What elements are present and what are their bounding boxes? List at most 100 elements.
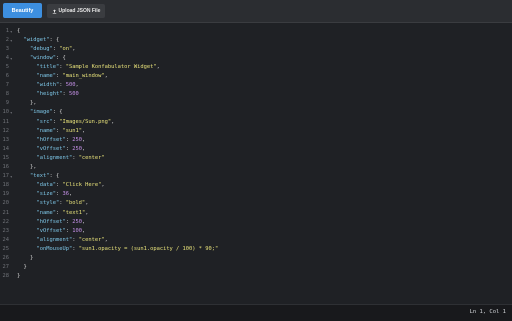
code-token: 250 xyxy=(72,218,82,225)
line-code: "text": { xyxy=(17,172,59,181)
code-token: : { xyxy=(52,109,63,116)
code-token: "image" xyxy=(29,109,53,116)
code-line[interactable]: 28} xyxy=(0,272,512,281)
line-number: 26 xyxy=(2,255,10,261)
code-line[interactable]: 13 "hOffset": 250, xyxy=(0,136,512,145)
code-token: 100 xyxy=(72,227,82,234)
code-token: "main_window" xyxy=(62,73,105,79)
line-code: { xyxy=(17,27,20,36)
code-token: , xyxy=(111,118,115,125)
code-line[interactable]: 20 "style": "bold", xyxy=(0,199,512,208)
code-line[interactable]: 26 } xyxy=(0,254,512,263)
code-line[interactable]: 3 "debug": "on", xyxy=(0,45,512,54)
code-token: "Images/Sun.png" xyxy=(59,118,112,125)
code-line[interactable]: 5 "title": "Sample Konfabulator Widget", xyxy=(0,63,512,72)
line-number: 15 xyxy=(2,154,10,161)
code-token: , xyxy=(68,191,73,198)
line-number: 17 xyxy=(2,173,10,180)
cursor-position: Ln 1, Col 1 xyxy=(469,309,506,315)
code-token: "Sample Konfabulator Widget" xyxy=(65,63,157,70)
line-code: }, xyxy=(17,163,37,172)
code-line[interactable]: 11 "src": "Images/Sun.png", xyxy=(0,118,512,127)
code-token: "onMouseUp" xyxy=(36,245,73,252)
code-line[interactable]: 9 }, xyxy=(0,99,512,108)
code-token: "center" xyxy=(78,236,105,243)
code-token: : { xyxy=(55,54,66,61)
code-line[interactable]: 22 "hOffset": 250, xyxy=(0,218,512,227)
code-token: : { xyxy=(49,36,60,43)
fold-toggle-icon[interactable]: ▾ xyxy=(10,108,15,117)
code-token: "debug" xyxy=(29,45,53,52)
beautify-button[interactable]: Beautify xyxy=(3,3,42,18)
code-token: "vOffset" xyxy=(36,145,66,152)
line-code: "onMouseUp": "sun1.opacity = (sun1.opaci… xyxy=(17,245,218,254)
code-line[interactable]: 8 "height": 500 xyxy=(0,90,512,99)
code-token: , xyxy=(72,45,76,52)
code-line[interactable]: 19 "size": 36, xyxy=(0,190,512,199)
code-token: "style" xyxy=(36,200,60,207)
code-line[interactable]: 18 "data": "Click Here", xyxy=(0,181,512,190)
code-token: } xyxy=(17,264,27,271)
code-token: , xyxy=(85,209,89,216)
code-line[interactable]: 24 "alignment": "center", xyxy=(0,236,512,245)
code-token: , xyxy=(104,73,108,79)
code-line[interactable]: 15 "alignment": "center" xyxy=(0,154,512,163)
code-token: "vOffset" xyxy=(36,227,66,234)
line-number: 22 xyxy=(2,218,10,225)
code-token: , xyxy=(81,227,86,234)
code-line[interactable]: 2 ▾ "widget": { xyxy=(0,36,512,45)
line-code: "window": { xyxy=(17,54,66,63)
line-code: "size": 36, xyxy=(17,190,72,199)
code-line[interactable]: 12 "name": "sun1", xyxy=(0,127,512,136)
code-line[interactable]: 21 "name": "text1", xyxy=(0,209,512,218)
line-number: 9 xyxy=(5,100,9,107)
code-line[interactable]: 23 "vOffset": 100, xyxy=(0,227,512,236)
code-token: }, xyxy=(17,100,37,107)
code-token: "width" xyxy=(36,82,60,89)
line-number: 5 xyxy=(5,63,9,70)
line-code: "src": "Images/Sun.png", xyxy=(17,118,114,127)
fold-toggle-icon[interactable]: ▾ xyxy=(10,54,15,63)
code-line[interactable]: 25 "onMouseUp": "sun1.opacity = (sun1.op… xyxy=(0,245,512,254)
code-line[interactable]: 17 ▾ "text": { xyxy=(0,172,512,181)
fold-toggle-icon[interactable]: ▾ xyxy=(10,36,15,45)
code-line[interactable]: 14 "vOffset": 250, xyxy=(0,145,512,154)
line-number: 3 xyxy=(5,45,9,52)
fold-toggle-icon[interactable]: ▾ xyxy=(10,172,15,181)
line-number: 19 xyxy=(2,191,10,198)
line-number: 27 xyxy=(2,264,10,271)
line-number: 28 xyxy=(2,273,10,280)
code-token: "size" xyxy=(36,191,56,198)
code-token: , xyxy=(104,236,108,243)
upload-json-button[interactable]: Upload JSON File xyxy=(47,4,105,18)
code-line[interactable]: 1 ▾{ xyxy=(0,27,512,36)
code-line[interactable]: 10 ▾ "image": { xyxy=(0,108,512,117)
code-token: "data" xyxy=(36,182,56,189)
line-number: 25 xyxy=(2,245,10,252)
code-token: "title" xyxy=(36,63,60,70)
line-code: "vOffset": 250, xyxy=(17,145,85,154)
fold-toggle-icon[interactable]: ▾ xyxy=(10,27,15,36)
code-token: 500 xyxy=(65,82,76,89)
line-code: "style": "bold", xyxy=(17,199,88,208)
code-editor[interactable]: 1 ▾{2 ▾ "widget": {3 "debug": "on", 4 ▾ "win… xyxy=(0,23,512,304)
upload-icon xyxy=(52,9,56,14)
line-code: } xyxy=(17,254,33,263)
line-number: 11 xyxy=(2,118,10,125)
code-line[interactable]: 4 ▾ "window": { xyxy=(0,54,512,63)
code-line[interactable]: 16 }, xyxy=(0,163,512,172)
code-token: 500 xyxy=(68,91,79,98)
code-line[interactable]: 6 "name": "main_window", xyxy=(0,72,512,81)
code-token: , xyxy=(81,127,86,134)
code-line[interactable]: 7 "width": 500, xyxy=(0,81,512,90)
code-line[interactable]: 27 } xyxy=(0,263,512,272)
